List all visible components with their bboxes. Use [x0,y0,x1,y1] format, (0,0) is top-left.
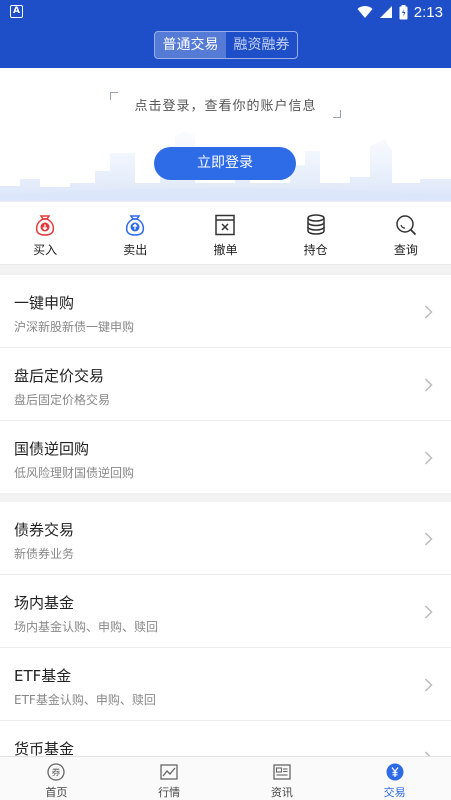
list-item-subtitle: 场内基金认购、申购、赎回 [14,620,159,634]
action-query-label: 查询 [393,243,418,257]
tab-margin-trade[interactable]: 融资融券 [226,32,297,58]
list-item-after-hours[interactable]: 盘后定价交易 盘后固定价格交易 [0,348,451,421]
action-cancel-order[interactable]: 撤单 [180,202,270,264]
action-sell[interactable]: 卖出 [90,202,180,264]
list-item-title: 债券交易 [14,521,75,539]
nav-news[interactable]: 资讯 [226,757,339,800]
list-item-title: 场内基金 [14,594,75,612]
trade-type-switch: 普通交易 融资融券 [154,31,298,59]
chevron-right-icon [424,678,433,692]
buy-bag-icon [36,215,55,236]
tab-normal-trade[interactable]: 普通交易 [155,32,226,58]
status-indicators: 2:13 [357,2,443,22]
list-item-subtitle: 低风险理财国债逆回购 [14,466,135,480]
action-buy[interactable]: 买入 [0,202,90,264]
list-item-subtitle: 新债券业务 [14,547,75,561]
chevron-right-icon [424,305,433,319]
login-hint[interactable]: 点击登录，查看你的账户信息 [0,95,451,114]
action-query[interactable]: 查询 [361,202,451,264]
bottom-nav: 券 首页 行情 资讯 交易 [0,756,451,800]
login-banner: 点击登录，查看你的账户信息 立即登录 [0,68,451,201]
list-item-title: 盘后定价交易 [14,367,105,385]
home-coupon-icon: 券 [47,763,66,781]
action-holdings[interactable]: 持仓 [271,202,361,264]
list-item-subtitle: ETF基金认购、申购、赎回 [14,693,156,707]
header: 普通交易 融资融券 [0,24,451,68]
login-button[interactable]: 立即登录 [154,147,296,180]
list-item-reverse-repo[interactable]: 国债逆回购 低风险理财国债逆回购 [0,421,451,494]
svg-text:券: 券 [52,767,61,779]
sell-bag-icon [126,215,145,236]
trade-yen-icon [386,763,404,781]
signal-icon [379,6,392,18]
battery-icon [399,4,408,19]
list-item-title: 货币基金 [14,740,75,756]
list-item-title: ETF基金 [14,667,72,685]
list-item-subtitle: 盘后固定价格交易 [14,393,111,407]
list-item-bond-trade[interactable]: 债券交易 新债券业务 [0,502,451,575]
action-sell-label: 卖出 [123,243,148,257]
action-buy-label: 买入 [33,243,58,257]
list-item-money-fund[interactable]: 货币基金 [0,721,451,756]
cancel-order-icon [215,214,236,236]
coin-stack-icon [306,214,325,235]
chevron-right-icon [424,378,433,392]
search-icon [396,215,416,236]
list-item-ipo-subscribe[interactable]: 一键申购 沪深新股新债一键申购 [0,275,451,348]
nav-market[interactable]: 行情 [113,757,226,800]
list-item-title: 国债逆回购 [14,440,90,458]
list-item-etf-fund[interactable]: ETF基金 ETF基金认购、申购、赎回 [0,648,451,721]
quick-actions: 买入 卖出 撤单 持仓 查询 [0,201,451,265]
market-chart-icon [160,764,178,780]
nav-home[interactable]: 券 首页 [0,757,113,800]
trade-list-secondary: 债券交易 新债券业务 场内基金 场内基金认购、申购、赎回 ETF基金 ETF基金… [0,502,451,756]
nav-trade[interactable]: 交易 [338,757,451,800]
clock: 2:13 [413,3,443,21]
list-item-subtitle: 沪深新股新债一键申购 [14,320,135,334]
nav-market-label: 行情 [158,786,181,799]
news-icon [273,764,291,780]
list-item-exchange-fund[interactable]: 场内基金 场内基金认购、申购、赎回 [0,575,451,648]
action-cancel-label: 撤单 [213,243,238,257]
wifi-icon [357,6,373,19]
action-holdings-label: 持仓 [303,243,328,257]
list-item-title: 一键申购 [14,294,75,312]
chevron-right-icon [424,451,433,465]
nav-news-label: 资讯 [270,786,293,799]
notification-a-icon: A [10,5,23,18]
nav-trade-label: 交易 [383,786,406,799]
chevron-right-icon [424,532,433,546]
status-bar: A 2:13 [0,0,451,24]
trade-list-primary: 一键申购 沪深新股新债一键申购 盘后定价交易 盘后固定价格交易 国债逆回购 低风… [0,275,451,493]
nav-home-label: 首页 [45,786,68,799]
chevron-right-icon [424,605,433,619]
